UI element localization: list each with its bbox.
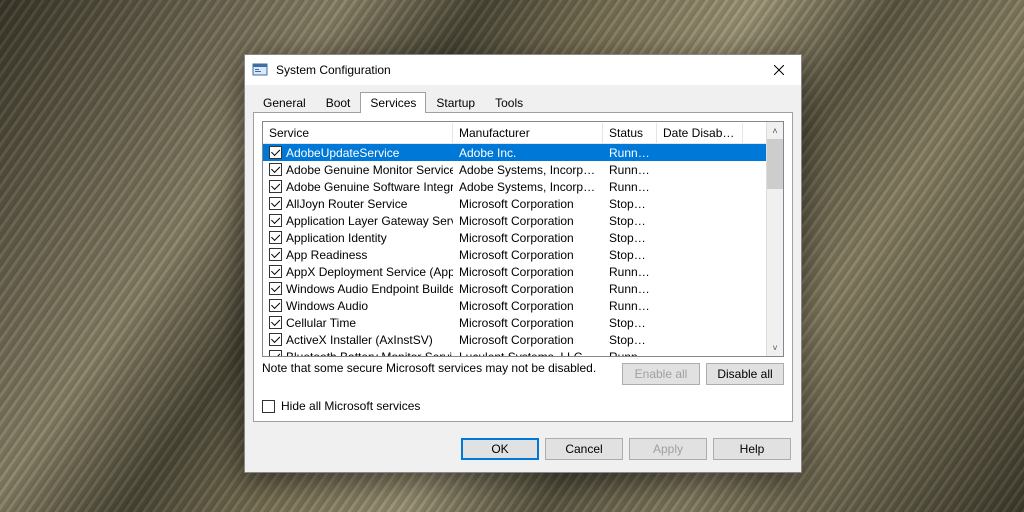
service-checkbox[interactable] <box>269 180 282 193</box>
enable-all-button[interactable]: Enable all <box>622 363 700 385</box>
window-title: System Configuration <box>276 63 756 77</box>
table-row[interactable]: Cellular Time Microsoft CorporationStoppe… <box>263 314 766 331</box>
table-row[interactable]: App Readiness Microsoft CorporationStoppe… <box>263 246 766 263</box>
service-manufacturer: Luculent Systems, LLC <box>453 350 603 357</box>
table-row[interactable]: Adobe Genuine Software Integri...Adobe S… <box>263 178 766 195</box>
apply-button[interactable]: Apply <box>629 438 707 460</box>
scroll-down-icon[interactable]: ˅ <box>767 339 783 356</box>
table-row[interactable]: Windows Audio Endpoint BuilderMicrosoft … <box>263 280 766 297</box>
col-status[interactable]: Status <box>603 123 657 143</box>
table-row[interactable]: AdobeUpdateService Adobe Inc.Running <box>263 144 766 161</box>
service-name: Application Layer Gateway Service <box>286 214 453 228</box>
service-name: Adobe Genuine Monitor Service <box>286 163 453 177</box>
service-name: ActiveX Installer (AxInstSV) <box>286 333 433 347</box>
service-manufacturer: Microsoft Corporation <box>453 231 603 245</box>
service-name: Cellular Time <box>286 316 356 330</box>
service-status: Running <box>603 299 657 313</box>
col-service[interactable]: Service <box>263 123 453 143</box>
close-button[interactable] <box>756 55 801 85</box>
hide-microsoft-label: Hide all Microsoft services <box>281 399 420 413</box>
service-checkbox[interactable] <box>269 299 282 312</box>
table-row[interactable]: AppX Deployment Service (App...Microsoft… <box>263 263 766 280</box>
tab-services[interactable]: Services <box>360 92 426 113</box>
table-row[interactable]: AllJoyn Router Service Microsoft Corporat… <box>263 195 766 212</box>
service-checkbox[interactable] <box>269 163 282 176</box>
table-row[interactable]: Adobe Genuine Monitor ServiceAdobe Syste… <box>263 161 766 178</box>
service-checkbox[interactable] <box>269 146 282 159</box>
dialog-button-row: OK Cancel Apply Help <box>245 430 801 472</box>
service-name: Adobe Genuine Software Integri... <box>286 180 453 194</box>
tab-tools[interactable]: Tools <box>485 92 533 113</box>
tab-startup[interactable]: Startup <box>426 92 485 113</box>
services-tab-panel: Service Manufacturer Status Date Disable… <box>253 112 793 422</box>
table-row[interactable]: Bluetooth Battery Monitor ServiceLuculen… <box>263 348 766 356</box>
service-checkbox[interactable] <box>269 350 282 356</box>
service-checkbox[interactable] <box>269 282 282 295</box>
services-listview[interactable]: Service Manufacturer Status Date Disable… <box>262 121 784 357</box>
titlebar[interactable]: System Configuration <box>245 55 801 85</box>
service-manufacturer: Adobe Inc. <box>453 146 603 160</box>
disable-all-button[interactable]: Disable all <box>706 363 784 385</box>
service-manufacturer: Adobe Systems, Incorpora... <box>453 180 603 194</box>
service-status: Running <box>603 350 657 357</box>
vertical-scrollbar[interactable]: ˄ ˅ <box>766 122 783 356</box>
service-name: AllJoyn Router Service <box>286 197 407 211</box>
service-manufacturer: Adobe Systems, Incorpora... <box>453 163 603 177</box>
service-manufacturer: Microsoft Corporation <box>453 265 603 279</box>
cancel-button[interactable]: Cancel <box>545 438 623 460</box>
help-button[interactable]: Help <box>713 438 791 460</box>
service-status: Running <box>603 265 657 279</box>
service-status: Running <box>603 146 657 160</box>
tab-general[interactable]: General <box>253 92 316 113</box>
service-name: Application Identity <box>286 231 387 245</box>
service-status: Stopped <box>603 316 657 330</box>
table-row[interactable]: Application Layer Gateway ServiceMicroso… <box>263 212 766 229</box>
scroll-thumb[interactable] <box>767 139 783 189</box>
service-status: Stopped <box>603 333 657 347</box>
service-checkbox[interactable] <box>269 333 282 346</box>
ok-button[interactable]: OK <box>461 438 539 460</box>
tab-boot[interactable]: Boot <box>316 92 361 113</box>
col-manufacturer[interactable]: Manufacturer <box>453 123 603 143</box>
service-name: AdobeUpdateService <box>286 146 399 160</box>
service-checkbox[interactable] <box>269 197 282 210</box>
service-manufacturer: Microsoft Corporation <box>453 282 603 296</box>
table-row[interactable]: Windows Audio Microsoft CorporationRunnin… <box>263 297 766 314</box>
service-checkbox[interactable] <box>269 316 282 329</box>
service-checkbox[interactable] <box>269 214 282 227</box>
service-name: Windows Audio <box>286 299 368 313</box>
table-row[interactable]: ActiveX Installer (AxInstSV) Microsoft Co… <box>263 331 766 348</box>
service-manufacturer: Microsoft Corporation <box>453 316 603 330</box>
listview-body: AdobeUpdateServiceAdobe Inc.RunningAdobe… <box>263 144 766 356</box>
col-date-disabled[interactable]: Date Disabled <box>657 123 743 143</box>
service-manufacturer: Microsoft Corporation <box>453 333 603 347</box>
service-status: Stopped <box>603 197 657 211</box>
service-checkbox[interactable] <box>269 265 282 278</box>
service-status: Running <box>603 163 657 177</box>
service-name: Bluetooth Battery Monitor Service <box>286 350 453 357</box>
service-status: Running <box>603 180 657 194</box>
service-status: Stopped <box>603 248 657 262</box>
app-icon <box>252 62 268 78</box>
hide-microsoft-checkbox[interactable] <box>262 400 275 413</box>
service-status: Stopped <box>603 231 657 245</box>
close-icon <box>774 65 784 75</box>
scroll-up-icon[interactable]: ˄ <box>767 122 783 139</box>
service-status: Stopped <box>603 214 657 228</box>
service-manufacturer: Microsoft Corporation <box>453 214 603 228</box>
service-checkbox[interactable] <box>269 231 282 244</box>
system-configuration-dialog: System Configuration GeneralBootServices… <box>244 54 802 473</box>
service-status: Running <box>603 282 657 296</box>
service-name: Windows Audio Endpoint Builder <box>286 282 453 296</box>
service-manufacturer: Microsoft Corporation <box>453 248 603 262</box>
service-manufacturer: Microsoft Corporation <box>453 299 603 313</box>
service-name: App Readiness <box>286 248 367 262</box>
listview-header[interactable]: Service Manufacturer Status Date Disable… <box>263 122 766 144</box>
service-manufacturer: Microsoft Corporation <box>453 197 603 211</box>
tab-strip: GeneralBootServicesStartupTools <box>245 85 801 112</box>
service-checkbox[interactable] <box>269 248 282 261</box>
table-row[interactable]: Application Identity Microsoft Corporatio… <box>263 229 766 246</box>
service-name: AppX Deployment Service (App... <box>286 265 453 279</box>
